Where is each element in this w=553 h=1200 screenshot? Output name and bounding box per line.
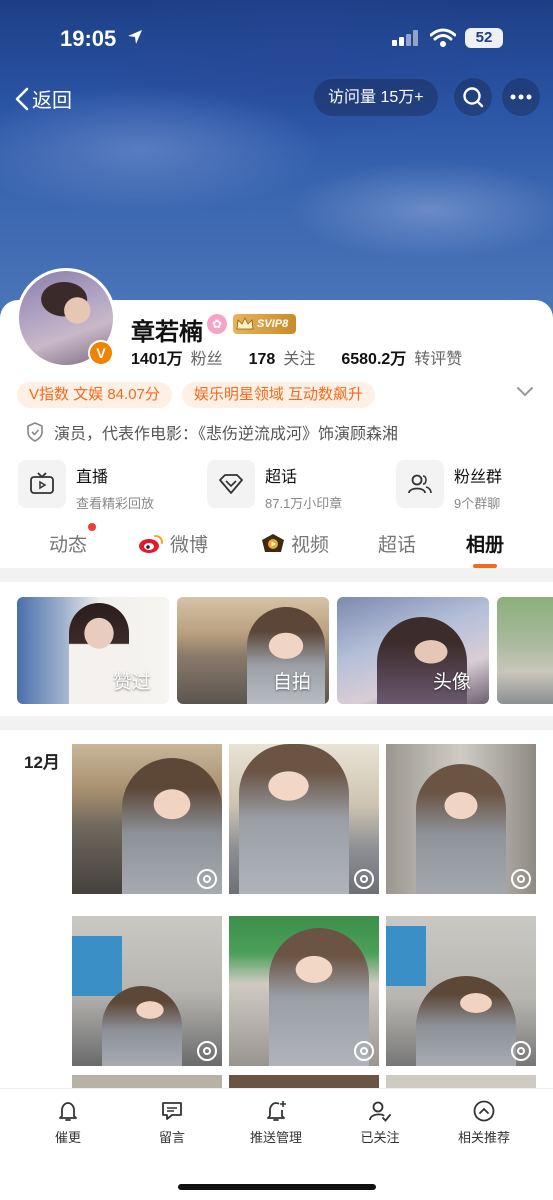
following-button[interactable]: 已关注 — [325, 1099, 435, 1146]
photo-item[interactable] — [72, 916, 222, 1066]
live-photo-icon — [354, 1041, 374, 1061]
album-label: 头像 — [432, 672, 471, 693]
photo-item[interactable] — [386, 744, 536, 894]
album-selfie[interactable]: 自拍 — [177, 597, 329, 704]
notification-dot — [88, 523, 96, 531]
photo-grid: 12月 — [0, 730, 553, 1090]
location-arrow-icon — [128, 30, 142, 44]
active-tab-indicator — [473, 564, 497, 568]
more-dots-icon — [510, 94, 532, 100]
svip-label: SVIP8 — [257, 318, 289, 330]
diamond-icon — [219, 474, 243, 494]
album-avatar[interactable]: 头像 — [337, 597, 489, 704]
crown-icon — [236, 317, 254, 330]
profile-description: 演员，代表作电影：《悲伤逆流成河》饰演顾森湘 — [26, 420, 398, 444]
photo-item[interactable] — [229, 744, 379, 894]
stat-interactions[interactable]: 6580.2万 转评赞 — [341, 345, 462, 369]
album-liked[interactable]: 赞过 — [17, 597, 169, 704]
feature-live[interactable]: 直播 查看精彩回放 — [18, 460, 154, 511]
album-label: 自拍 — [272, 672, 311, 693]
photo-item[interactable] — [229, 916, 379, 1066]
live-photo-icon — [197, 1041, 217, 1061]
wifi-icon — [430, 28, 456, 47]
signal-icon — [392, 30, 418, 46]
message-button[interactable]: 留言 — [117, 1099, 227, 1146]
live-photo-icon — [354, 869, 374, 889]
home-indicator — [178, 1184, 376, 1190]
svip-badge[interactable]: SVIP8 — [233, 314, 297, 334]
related-recommend-button[interactable]: 相关推荐 — [429, 1099, 539, 1146]
weibo-icon — [139, 534, 163, 553]
tv-icon — [30, 472, 54, 494]
chevron-down-icon[interactable] — [516, 386, 534, 398]
description-text: 演员，代表作电影：《悲伤逆流成河》饰演顾森湘 — [54, 426, 399, 443]
feature-fan-group[interactable]: 粉丝群 9个群聊 — [396, 460, 502, 511]
status-time: 19:05 — [60, 26, 117, 51]
tab-weibo[interactable]: 微博 — [138, 530, 208, 557]
album-strip: 赞过 自拍 头像 — [0, 582, 553, 716]
trending-tag[interactable]: 娱乐明星领域 互动数飙升 — [181, 382, 376, 408]
urge-update-button[interactable]: 催更 — [13, 1099, 123, 1146]
back-label: 返回 — [32, 90, 72, 112]
more-button[interactable] — [502, 78, 540, 116]
live-photo-icon — [197, 869, 217, 889]
photo-item[interactable] — [386, 916, 536, 1066]
group-icon — [408, 474, 432, 494]
search-button[interactable] — [454, 78, 492, 116]
month-label: 12月 — [24, 753, 60, 772]
profile-tabs: 动态 微博 视频 超话 相册 — [0, 522, 553, 568]
stat-following[interactable]: 178 关注 — [249, 345, 316, 369]
verified-badge: V — [88, 340, 114, 366]
stat-followers[interactable]: 1401万 粉丝 — [131, 345, 223, 369]
album-label: 赞过 — [112, 672, 151, 693]
top-nav: 返回 访问量 15万+ — [0, 78, 553, 118]
shield-icon — [27, 422, 43, 442]
live-photo-icon — [511, 869, 531, 889]
comment-icon — [162, 1102, 182, 1120]
profile-name: 章若楠 — [131, 319, 203, 346]
bell-plus-icon — [267, 1101, 286, 1121]
tab-feed[interactable]: 动态 — [49, 530, 87, 557]
visits-badge[interactable]: 访问量 15万+ — [314, 79, 438, 116]
search-icon — [463, 87, 484, 108]
profile-stats: 1401万 粉丝 178 关注 6580.2万 转评赞 — [131, 345, 488, 369]
battery-indicator: 52 — [465, 28, 503, 48]
member-flower-icon[interactable]: ✿ — [207, 314, 227, 334]
tab-album[interactable]: 相册 — [466, 530, 504, 557]
push-settings-button[interactable]: 推送管理 — [221, 1099, 331, 1146]
back-button[interactable]: 返回 — [14, 84, 72, 113]
chevron-left-icon — [15, 87, 29, 110]
status-bar: 19:05 52 — [0, 0, 553, 74]
album-more[interactable] — [497, 597, 553, 704]
feature-row: 直播 查看精彩回放 超话 87.1万小印章 粉丝群 9个群聊 — [18, 460, 538, 511]
bell-icon — [59, 1102, 77, 1121]
video-play-icon — [262, 533, 284, 552]
tab-video[interactable]: 视频 — [261, 530, 329, 557]
tab-supertopic[interactable]: 超话 — [378, 530, 416, 557]
v-index-tag[interactable]: V指数 文娱 84.07分 — [17, 382, 172, 408]
user-check-icon — [369, 1101, 391, 1122]
chevron-up-circle-icon — [473, 1100, 495, 1122]
feature-supertopic[interactable]: 超话 87.1万小印章 — [207, 460, 342, 511]
live-photo-icon — [511, 1041, 531, 1061]
photo-item[interactable] — [72, 744, 222, 894]
profile-tags: V指数 文娱 84.07分 娱乐明星领域 互动数飙升 — [17, 382, 385, 408]
